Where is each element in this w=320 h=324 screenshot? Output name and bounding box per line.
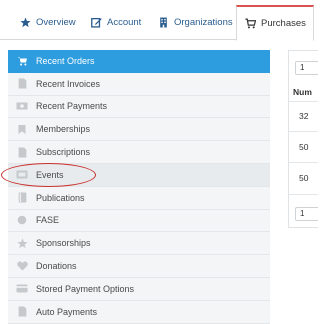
sidebar-item-label: Events	[36, 169, 64, 180]
table-cell-number: 32	[299, 111, 309, 121]
tab-account-label: Account	[107, 17, 142, 28]
star-icon	[20, 17, 31, 28]
sidebar-item-events[interactable]: Events	[8, 163, 270, 187]
ticket-icon	[8, 170, 36, 179]
cart-icon	[245, 18, 256, 29]
sidebar-item-sponsorships[interactable]: Sponsorships	[8, 232, 270, 256]
sidebar-item-donations[interactable]: Donations	[8, 255, 270, 278]
table-cell-number: 50	[299, 173, 309, 183]
sidebar-item-recent-invoices[interactable]: Recent Invoices	[8, 72, 270, 96]
table-cell-number: 50	[299, 142, 309, 152]
star-icon	[8, 238, 36, 249]
tab-overview[interactable]: Overview	[20, 5, 76, 40]
sidebar-item-label: Stored Payment Options	[36, 283, 135, 294]
divider	[289, 194, 318, 195]
sidebar-item-label: Memberships	[36, 124, 91, 135]
column-header-number: Num	[293, 87, 312, 97]
tab-account[interactable]: Account	[91, 5, 141, 40]
document-icon	[8, 78, 36, 89]
sidebar-item-label: Subscriptions	[36, 147, 91, 158]
tab-purchases-label: Purchases	[261, 18, 306, 29]
document-icon	[8, 147, 36, 158]
sidebar-item-label: FASE	[36, 215, 60, 226]
sidebar-item-publications[interactable]: Publications	[8, 186, 270, 210]
tab-overview-label: Overview	[36, 17, 76, 28]
card-icon	[8, 284, 36, 293]
page-size-select-top[interactable]: 1	[295, 61, 318, 75]
cash-icon	[8, 102, 36, 110]
divider	[289, 101, 318, 102]
building-icon	[158, 17, 169, 28]
cart-icon	[8, 56, 36, 66]
sidebar-item-memberships[interactable]: Memberships	[8, 118, 270, 142]
document-icon	[8, 306, 36, 317]
sidebar-item-recent-orders[interactable]: Recent Orders	[8, 50, 270, 73]
tab-organizations[interactable]: Organizations	[158, 5, 233, 40]
sidebar-item-label: Recent Orders	[36, 55, 95, 66]
heart-icon	[8, 261, 36, 271]
divider	[289, 162, 318, 163]
purchases-sidebar: Recent Orders Recent Invoices Recent Pay…	[8, 50, 270, 324]
sidebar-item-label: Auto Payments	[36, 306, 98, 317]
sidebar-item-label: Publications	[36, 192, 85, 203]
page-size-select-bottom[interactable]: 1	[295, 207, 318, 221]
bookmark-icon	[8, 124, 36, 135]
sidebar-item-auto-payments[interactable]: Auto Payments	[8, 300, 270, 324]
sidebar-item-label: Recent Payments	[36, 101, 108, 112]
circle-icon	[8, 215, 36, 225]
account-tabs: Overview Account Organizations Purchases	[0, 0, 314, 41]
sidebar-item-label: Donations	[36, 261, 77, 272]
edit-icon	[91, 17, 102, 28]
divider	[289, 131, 318, 132]
sidebar-item-stored-payment-options[interactable]: Stored Payment Options	[8, 277, 270, 301]
sidebar-item-recent-payments[interactable]: Recent Payments	[8, 95, 270, 119]
sidebar-item-subscriptions[interactable]: Subscriptions	[8, 141, 270, 164]
tab-organizations-label: Organizations	[174, 17, 233, 28]
tab-purchases[interactable]: Purchases	[236, 5, 314, 41]
sidebar-item-fase[interactable]: FASE	[8, 209, 270, 233]
sidebar-item-label: Recent Invoices	[36, 78, 101, 89]
sidebar-item-label: Sponsorships	[36, 238, 91, 249]
orders-panel: 1 Num 32 50 50 1	[288, 50, 318, 228]
book-icon	[8, 192, 36, 203]
